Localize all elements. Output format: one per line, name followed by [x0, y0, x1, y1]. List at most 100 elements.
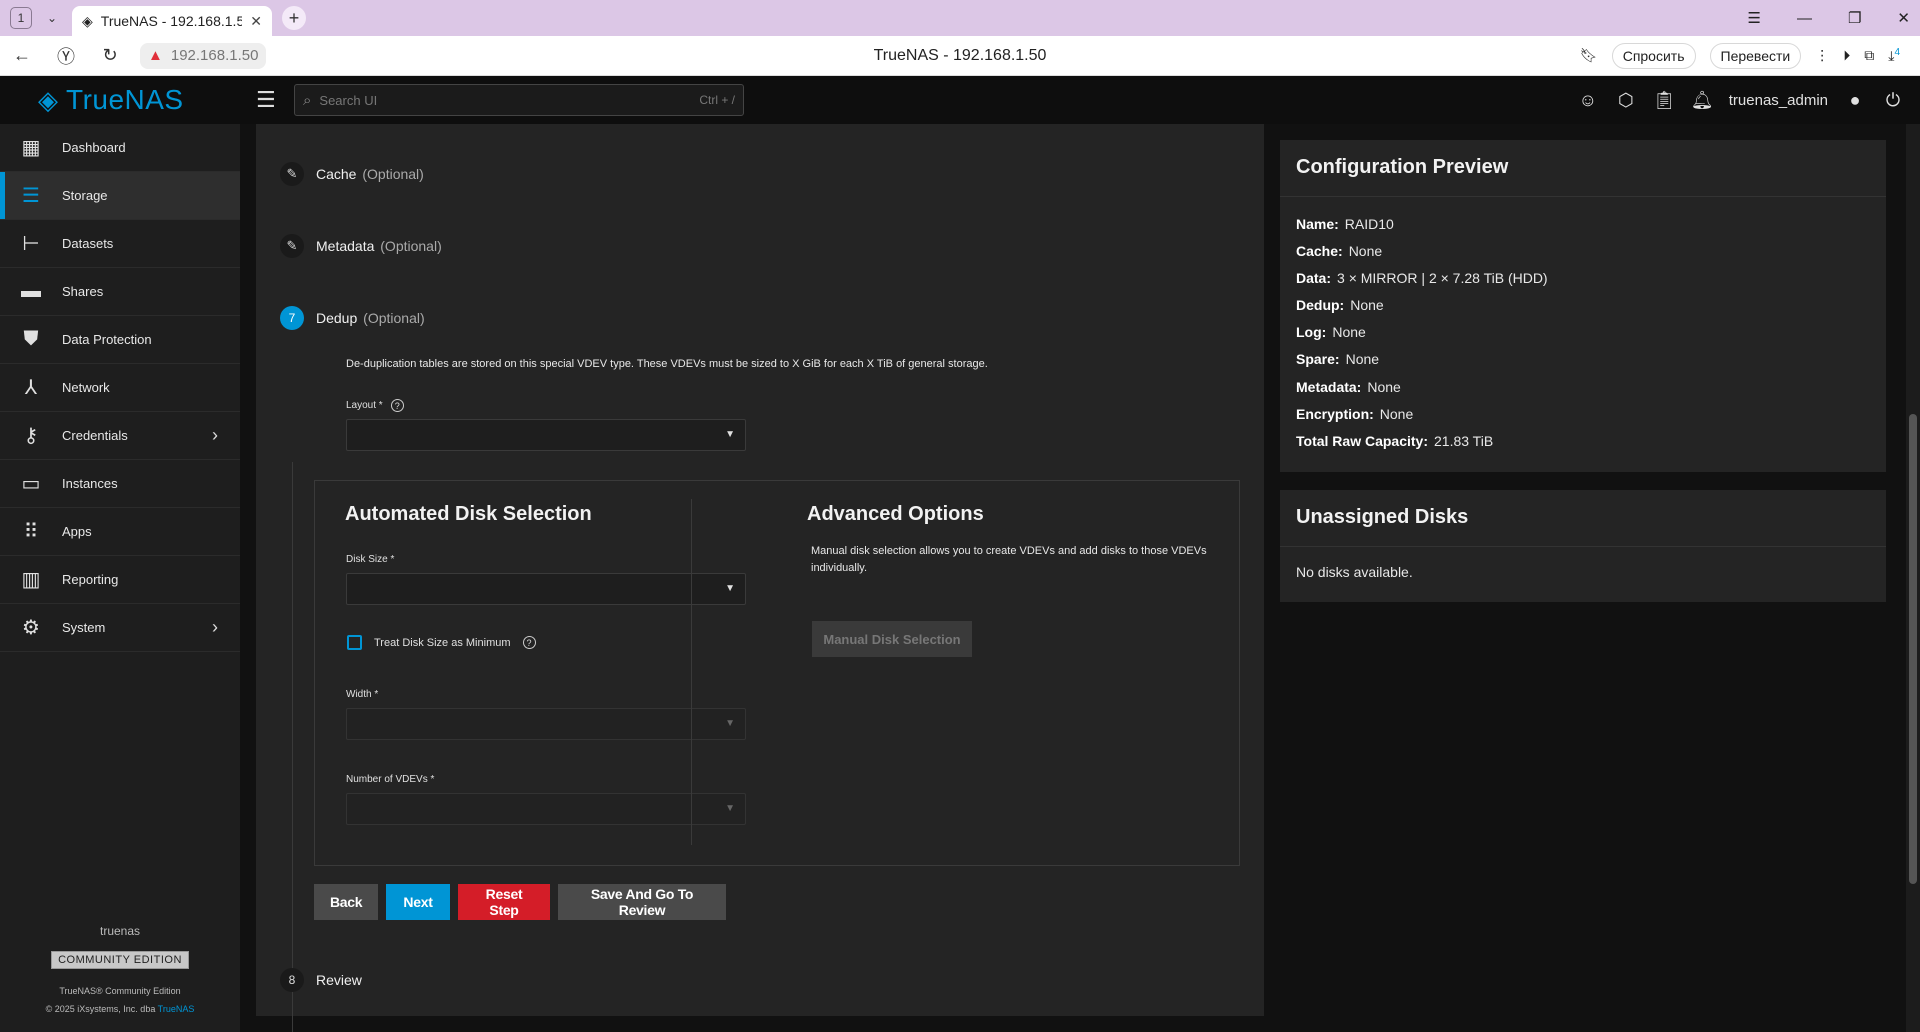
username[interactable]: truenas_admin: [1729, 92, 1828, 109]
sidebar-item-label: Credentials: [62, 428, 128, 443]
pencil-icon: ✎: [280, 234, 304, 258]
search-box[interactable]: ⌕ Ctrl + /: [294, 84, 744, 116]
layout-select[interactable]: ▼: [346, 419, 746, 451]
browser-tab[interactable]: ◈ TrueNAS - 192.168.1.50 ✕: [72, 6, 272, 36]
sidebar-item-data-protection[interactable]: ⛊ Data Protection: [0, 316, 240, 364]
network-icon: ⅄: [24, 377, 38, 399]
sidebar-item-dashboard[interactable]: ▦ Dashboard: [0, 124, 240, 172]
url-field[interactable]: ▲ 192.168.1.50: [140, 42, 267, 69]
sidebar-item-network[interactable]: ⅄ Network: [0, 364, 240, 412]
address-bar-actions: 🔖︎ Спросить Перевести ⋮ ⏵ ⧉ ⤓4: [1580, 42, 1900, 69]
preview-row: Metadata: None: [1296, 379, 1401, 395]
sidebar-item-instances[interactable]: ▭ Instances: [0, 460, 240, 508]
sidebar-item-shares[interactable]: ▬ Shares: [0, 268, 240, 316]
sidebar-item-label: Network: [62, 380, 110, 395]
datasets-icon: ⊢: [22, 233, 40, 255]
dropdown-arrow-icon: ▼: [725, 583, 735, 594]
num-vdevs-select[interactable]: ▼: [346, 793, 746, 825]
insecure-warning-icon[interactable]: ▲: [148, 47, 163, 64]
step-title-wrap: Metadata (Optional): [316, 238, 442, 254]
tab-menu-icon[interactable]: ☰: [1748, 9, 1761, 27]
header-actions: ☺ ⬡ 📋︎ 🔔︎ truenas_admin ● ⏻: [1577, 90, 1904, 111]
preview-value: None: [1350, 297, 1384, 313]
url-text: 192.168.1.50: [170, 47, 259, 64]
help-icon[interactable]: ?: [390, 399, 404, 412]
bell-icon[interactable]: 🔔︎: [1691, 90, 1714, 111]
width-select[interactable]: ▼: [346, 708, 746, 740]
extensions-icon[interactable]: ⧉: [1864, 47, 1874, 64]
minimize-icon[interactable]: —: [1797, 10, 1812, 27]
power-icon[interactable]: ⏻: [1882, 90, 1904, 111]
menu-toggle-icon[interactable]: ☰: [256, 87, 282, 113]
edition-label: COMMUNITY EDITION: [51, 951, 189, 969]
ask-button[interactable]: Спросить: [1611, 42, 1696, 69]
apps-grid-icon: ⠿: [23, 521, 39, 543]
chevron-down-icon[interactable]: ⌄: [42, 11, 62, 25]
page-scrollbar[interactable]: [1906, 124, 1920, 1032]
chevron-right-icon: ›: [212, 617, 218, 637]
help-icon[interactable]: ?: [522, 636, 536, 649]
step-title: Cache: [316, 166, 357, 182]
sidebar-item-datasets[interactable]: ⊢ Datasets: [0, 220, 240, 268]
dropdown-arrow-icon: ▼: [725, 718, 735, 729]
step-dedup[interactable]: 7 Dedup (Optional): [280, 306, 425, 330]
more-icon[interactable]: ⋮: [1815, 47, 1829, 64]
preview-key: Data:: [1296, 270, 1332, 286]
restore-icon[interactable]: ❐: [1848, 9, 1861, 27]
sidebar-item-credentials[interactable]: ⚷ Credentials ›: [0, 412, 240, 460]
card-divider: [1280, 196, 1886, 197]
truecommand-icon[interactable]: ⬡: [1615, 90, 1637, 111]
truenas-logo[interactable]: ◈ TrueNAS: [38, 84, 246, 116]
scrollbar-thumb[interactable]: [1909, 414, 1917, 884]
dedup-description: De-duplication tables are stored on this…: [346, 358, 988, 370]
preview-row: Name: RAID10: [1296, 216, 1394, 232]
translate-button[interactable]: Перевести: [1709, 42, 1802, 69]
gear-icon: ⚙: [22, 617, 40, 639]
back-arrow-icon[interactable]: ←: [0, 45, 44, 66]
close-window-icon[interactable]: ✕: [1897, 9, 1910, 27]
step-review[interactable]: 8 Review: [280, 968, 362, 992]
sidebar-item-system[interactable]: ⚙ System ›: [0, 604, 240, 652]
account-icon[interactable]: ●: [1844, 90, 1866, 111]
reset-step-button[interactable]: Reset Step: [458, 884, 550, 920]
close-tab-icon[interactable]: ✕: [250, 13, 262, 30]
manual-disk-selection-button[interactable]: Manual Disk Selection: [812, 621, 972, 657]
preview-value: 3 × MIRROR | 2 × 7.28 TiB (HDD): [1337, 270, 1548, 286]
preview-value: None: [1348, 243, 1383, 259]
treat-disk-size-checkbox[interactable]: [347, 635, 362, 650]
bookmark-icon[interactable]: 🔖︎: [1580, 47, 1598, 64]
downloads-icon[interactable]: ⤓4: [1888, 47, 1900, 65]
tab-count[interactable]: 1: [10, 7, 32, 29]
yandex-icon[interactable]: Ⓨ: [44, 43, 88, 69]
jobs-icon[interactable]: 📋︎: [1653, 90, 1676, 111]
reload-icon[interactable]: ↻: [88, 45, 132, 66]
card-divider: [1280, 546, 1886, 547]
step-number: 7: [280, 306, 304, 330]
shield-icon: ⛊: [23, 328, 39, 350]
step-metadata[interactable]: ✎ Metadata (Optional): [280, 234, 442, 258]
key-icon: ⚷: [23, 425, 39, 447]
sidebar-item-apps[interactable]: ⠿ Apps: [0, 508, 240, 556]
sidebar-item-storage[interactable]: ☰ Storage: [0, 172, 240, 220]
save-and-review-button[interactable]: Save And Go To Review: [558, 884, 726, 920]
truenas-link[interactable]: TrueNAS: [158, 1004, 195, 1014]
step-cache[interactable]: ✎ Cache (Optional): [280, 162, 424, 186]
preview-row: Spare: None: [1296, 351, 1379, 367]
next-button[interactable]: Next: [386, 884, 450, 920]
back-button[interactable]: Back: [314, 884, 378, 920]
truenas-favicon-icon: ◈: [82, 12, 93, 29]
dashboard-icon: ▦: [21, 137, 41, 159]
feedback-icon[interactable]: ☺: [1577, 90, 1599, 111]
chart-icon: ▥: [21, 569, 41, 591]
truenas-logo-icon: ◈: [38, 84, 58, 115]
media-icon[interactable]: ⏵: [1843, 47, 1850, 64]
hostname: truenas: [99, 924, 141, 938]
preview-key: Metadata:: [1296, 379, 1362, 395]
pool-creation-wizard: ✎ Cache (Optional) ✎ Metadata (Optional)…: [256, 124, 1264, 1032]
preview-row: Encryption: None: [1296, 406, 1413, 422]
search-input[interactable]: [319, 92, 692, 108]
new-tab-button[interactable]: +: [282, 6, 306, 30]
disk-size-select[interactable]: ▼: [346, 573, 746, 605]
preview-value: None: [1332, 324, 1366, 340]
sidebar-item-reporting[interactable]: ▥ Reporting: [0, 556, 240, 604]
